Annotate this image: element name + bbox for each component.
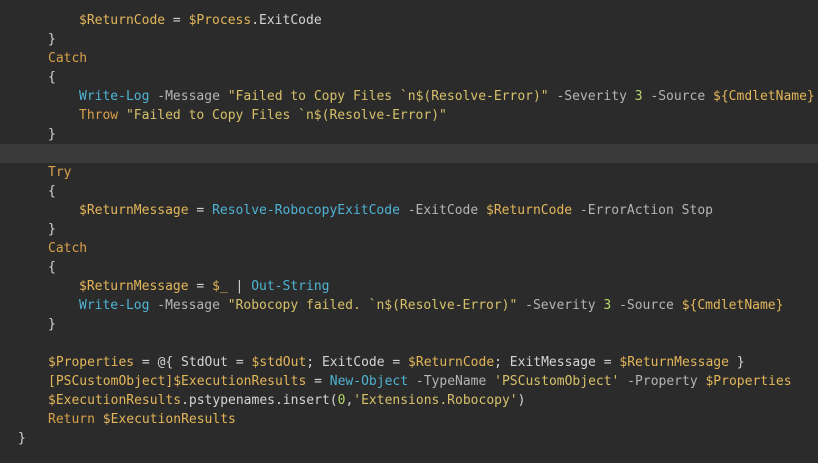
code-line[interactable]: { [0, 182, 818, 201]
code-line[interactable]: } [0, 429, 818, 448]
code-token-punct: ; ExitMessage = [494, 355, 620, 370]
code-token-keyword: Catch [48, 51, 88, 66]
code-token-param: -Message [149, 298, 228, 313]
code-line[interactable]: $ReturnMessage = Resolve-RobocopyExitCod… [0, 201, 818, 220]
code-token-string: "Failed to Copy Files `n$(Resolve-Error)… [227, 89, 549, 104]
code-line[interactable]: Return $ExecutionResults [0, 410, 818, 429]
code-token-keyword: Return [48, 412, 95, 427]
code-line[interactable]: { [0, 258, 818, 277]
code-token-variable: ${CmdletName} [681, 298, 784, 313]
code-token-punct: = [188, 203, 213, 218]
code-line[interactable]: $Properties = @{ StdOut = $stdOut; ExitC… [0, 353, 818, 372]
code-token-variable: $ReturnCode [79, 13, 166, 28]
code-token-punct: } [728, 355, 745, 370]
code-token-cmdlet: Out-String [251, 279, 330, 294]
code-token-variable: [PSCustomObject] [48, 374, 174, 389]
code-token-punct: = [306, 374, 330, 389]
code-token-param: -ErrorAction Stop [572, 203, 713, 218]
code-token-variable: ${CmdletName} [713, 89, 815, 104]
code-token-param: -Message [149, 89, 228, 104]
code-token-default: .ExitCode [251, 13, 322, 28]
code-line[interactable] [0, 334, 818, 353]
code-line[interactable]: Write-Log -Message "Robocopy failed. `n$… [0, 296, 818, 315]
code-token-keyword: Try [48, 165, 72, 180]
code-token-punct: { [48, 70, 56, 85]
code-token-string: 'PSCustomObject' [494, 374, 620, 389]
code-editor[interactable]: $ReturnCode = $Process.ExitCode} Catch { Wr… [0, 0, 818, 463]
code-token-string: 'Extensions.Robocopy' [353, 393, 518, 408]
code-token-cmdlet: Write-Log [79, 298, 150, 313]
code-token-variable: $_ [212, 279, 228, 294]
code-token-param: -Source [611, 298, 682, 313]
code-token-punct: { [48, 184, 56, 199]
code-token-variable: $ExecutionResults [173, 374, 307, 389]
code-line[interactable]: $ReturnMessage = $_ | Out-String [0, 277, 818, 296]
code-token-punct: } [48, 317, 56, 332]
code-token-variable: $Properties [705, 374, 792, 389]
code-line[interactable]: } [0, 220, 818, 239]
code-token-variable: $ExecutionResults [48, 393, 182, 408]
code-token-punct: ) [517, 393, 526, 408]
code-token-variable: $stdOut [251, 355, 307, 370]
code-token-string: "Failed to Copy Files `n$(Resolve-Error)… [125, 108, 447, 123]
code-token-variable: $Process [188, 13, 252, 28]
code-token-default [95, 412, 103, 427]
code-line[interactable]: Catch [0, 49, 818, 68]
code-token-string: "Robocopy failed. `n$(Resolve-Error)" [227, 298, 518, 313]
code-line[interactable]: $ReturnCode = $Process.ExitCode [0, 11, 818, 30]
code-token-param: -ExitCode [399, 203, 486, 218]
code-line[interactable]: } [0, 125, 818, 144]
code-token-cmdlet: New-Object [329, 374, 409, 389]
code-token-param: -Property [619, 374, 706, 389]
code-token-variable: $ReturnCode [486, 203, 573, 218]
code-token-punct: = @{ StdOut = [134, 355, 252, 370]
code-token-punct: ; ExitCode = [306, 355, 409, 370]
code-token-default: .pstypenames.insert( [181, 393, 338, 408]
code-token-variable: $Properties [48, 355, 135, 370]
code-token-punct: = [165, 13, 189, 28]
code-token-param: -TypeName [408, 374, 495, 389]
code-token-punct: } [48, 222, 56, 237]
code-token-param: -Severity [548, 89, 635, 104]
code-line[interactable]: Throw "Failed to Copy Files `n$(Resolve-… [0, 106, 818, 125]
code-token-punct: | [227, 279, 252, 294]
code-line[interactable]: } [0, 30, 818, 49]
code-token-keyword: Catch [48, 241, 88, 256]
code-token-param: -Severity [517, 298, 604, 313]
code-line[interactable]: [PSCustomObject]$ExecutionResults = New-… [0, 372, 818, 391]
code-line[interactable]: } [0, 315, 818, 334]
code-token-cmdlet: Resolve-RobocopyExitCode [212, 203, 400, 218]
code-token-default [118, 108, 126, 123]
code-token-variable: $ReturnMessage [79, 203, 189, 218]
code-line[interactable]: Catch [0, 239, 818, 258]
code-line[interactable]: Write-Log -Message "Failed to Copy Files… [0, 87, 818, 106]
current-line[interactable] [0, 144, 818, 163]
code-token-variable: $ReturnMessage [79, 279, 189, 294]
code-token-punct: = [188, 279, 213, 294]
code-line[interactable]: { [0, 68, 818, 87]
code-token-variable: $ReturnMessage [619, 355, 729, 370]
code-token-variable: $ReturnCode [408, 355, 495, 370]
code-token-param: -Source [642, 89, 714, 104]
code-token-number: 3 [634, 89, 643, 104]
code-token-punct: { [48, 260, 56, 275]
code-token-cmdlet: Write-Log [79, 89, 150, 104]
code-token-keyword: Throw [79, 108, 119, 123]
code-token-punct: } [48, 127, 56, 142]
code-line[interactable]: $ExecutionResults.pstypenames.insert(0,'… [0, 391, 818, 410]
code-token-punct: } [48, 32, 56, 47]
code-token-variable: $ExecutionResults [102, 412, 236, 427]
code-line[interactable]: Try [0, 163, 818, 182]
code-token-punct: } [18, 431, 26, 446]
